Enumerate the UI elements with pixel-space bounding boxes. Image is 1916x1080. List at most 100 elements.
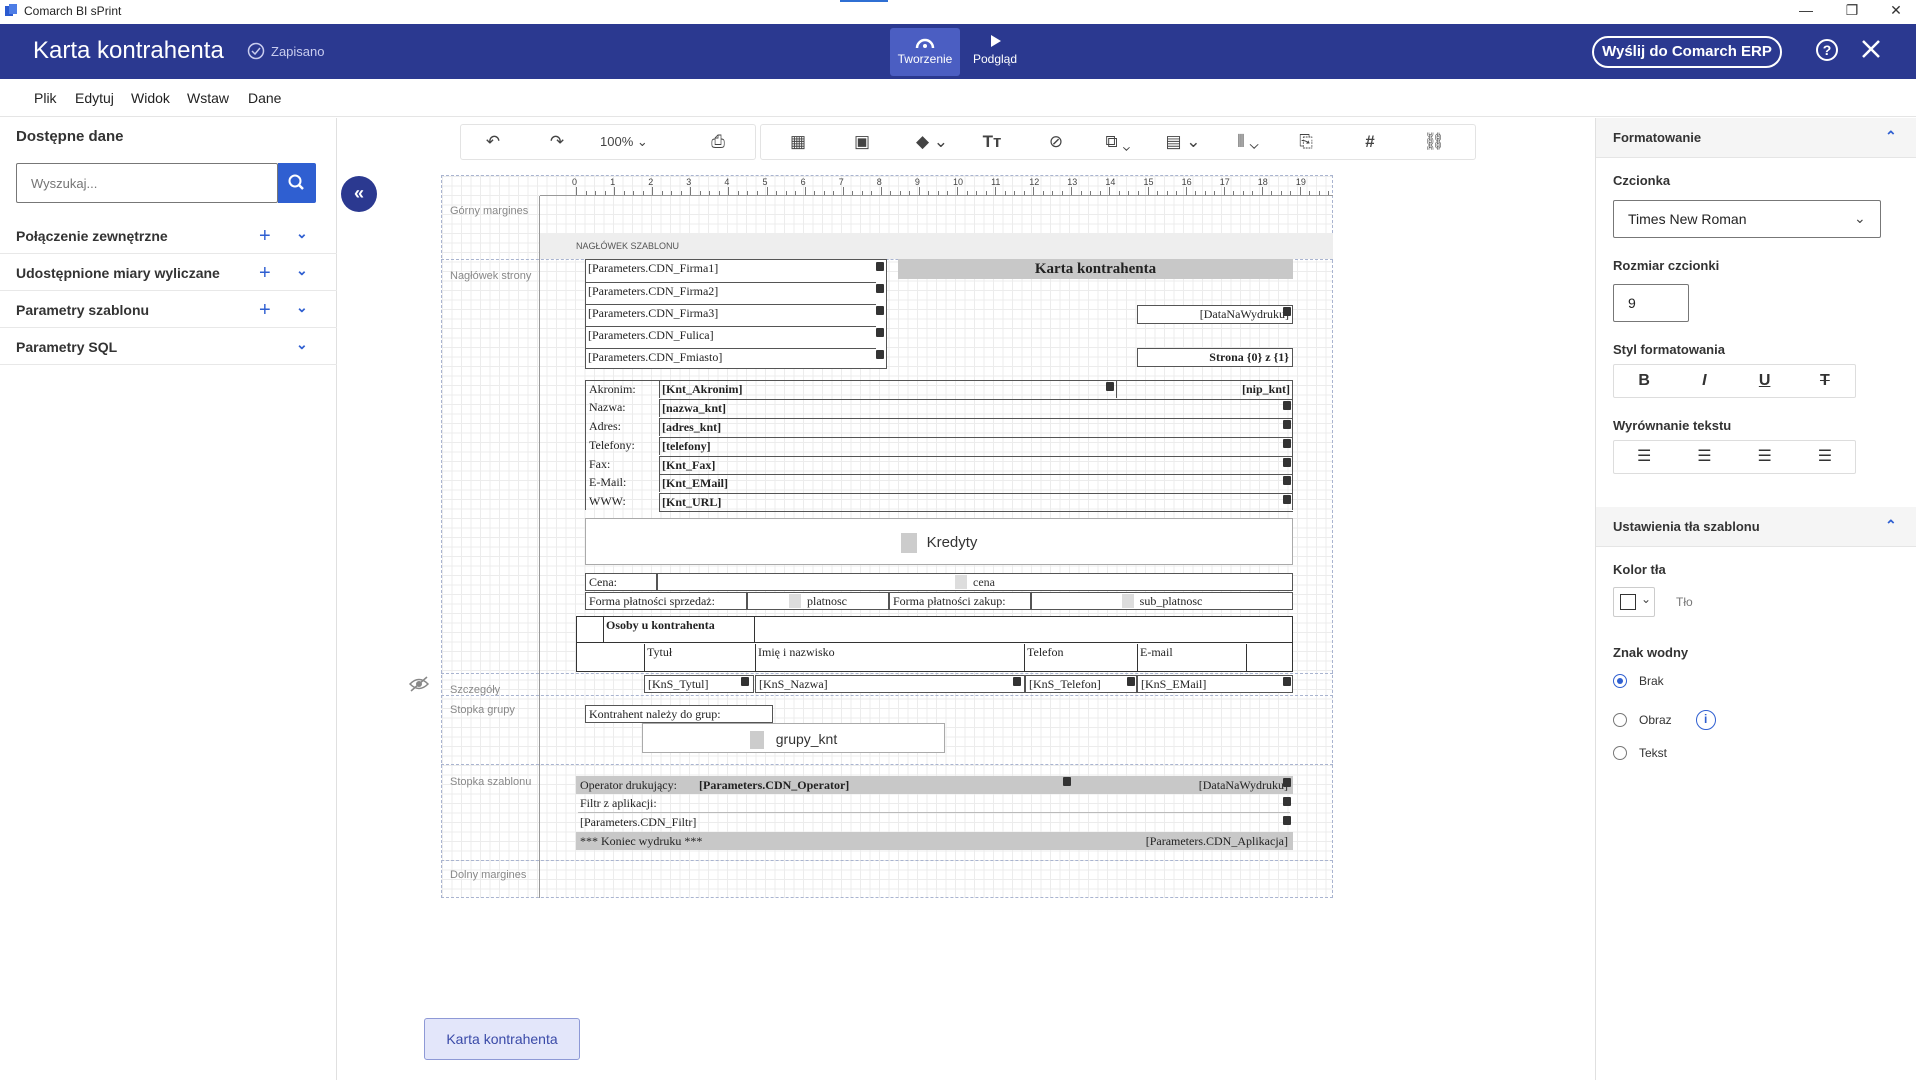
align-right-icon[interactable]: ☰ [1735, 441, 1795, 473]
menu-insert[interactable]: Wstaw [187, 90, 229, 106]
barcode-icon[interactable]: ⦀ ⌄ [1223, 132, 1273, 152]
watermark-text-radio[interactable]: Tekst [1613, 746, 1667, 760]
align-justify-icon[interactable]: ☰ [1795, 441, 1855, 473]
field-fax[interactable]: [Knt_Fax] [659, 456, 1293, 474]
subreport-groups[interactable]: grupy_knt [642, 723, 945, 753]
detail-title[interactable]: [KnS_Tytul] [644, 675, 754, 693]
attachment-icon[interactable]: ⊘ [1041, 132, 1071, 152]
menu-view[interactable]: Widok [131, 90, 170, 106]
add-icon[interactable]: + [259, 225, 271, 248]
close-window-button[interactable]: ✕ [1876, 2, 1916, 19]
search-button[interactable] [278, 163, 316, 203]
font-select[interactable]: Times New Roman ⌄ [1613, 200, 1881, 238]
report-title-field[interactable]: Karta kontrahenta [898, 259, 1293, 279]
chevron-down-icon[interactable]: ⌄ [296, 336, 308, 353]
bg-color-picker[interactable]: ⌄ [1613, 587, 1655, 617]
zoom-select[interactable]: 100% ⌄ [600, 134, 648, 150]
font-select-value: Times New Roman [1628, 211, 1747, 227]
detail-phone[interactable]: [KnS_Telefon] [1025, 675, 1137, 693]
field-payment-sale[interactable]: platnosc [747, 592, 889, 610]
menu-file[interactable]: Plik [34, 90, 57, 106]
collapse-panel-button[interactable]: « [341, 176, 377, 212]
print-icon[interactable]: ⎙ [703, 132, 733, 152]
minimize-button[interactable]: — [1786, 2, 1826, 18]
field-firm1[interactable]: [Parameters.CDN_Firma1] [586, 260, 876, 277]
align-left-icon[interactable]: ☰ [1614, 441, 1674, 473]
layout-icon[interactable]: ▤ ⌄ [1158, 132, 1208, 152]
subreport-credits[interactable]: Kredyty [585, 518, 1293, 565]
bold-icon[interactable]: B [1614, 365, 1674, 397]
field-payment-buy[interactable]: sub_platnosc [1031, 592, 1293, 610]
search-input[interactable] [16, 163, 278, 203]
chevron-down-icon[interactable]: ⌄ [296, 262, 308, 279]
eye-off-icon[interactable] [408, 675, 430, 698]
redo-icon[interactable]: ↷ [542, 132, 572, 152]
info-icon[interactable]: i [1695, 710, 1716, 730]
db-icon [876, 284, 884, 293]
add-icon[interactable]: + [259, 299, 271, 322]
text-icon[interactable]: Tт [977, 132, 1007, 152]
underline-icon[interactable]: U [1735, 365, 1795, 397]
detail-name[interactable]: [KnS_Nazwa] [755, 675, 1025, 693]
field-filter[interactable]: [Parameters.CDN_Filtr] [578, 814, 1290, 831]
field-email[interactable]: [Knt_EMail] [659, 474, 1293, 492]
field-phones[interactable]: [telefony] [659, 437, 1293, 455]
watermark-none-radio[interactable]: Brak [1613, 674, 1664, 688]
field-page-number[interactable]: Strona {0} z {1} [1137, 348, 1293, 367]
page-break-icon[interactable]: ⎘ [1291, 132, 1321, 152]
field-firm2[interactable]: [Parameters.CDN_Firma2] [586, 282, 876, 300]
link-icon[interactable]: ⛓ [1419, 132, 1449, 152]
field-nip[interactable]: [nip_knt] [1116, 381, 1292, 398]
layers-icon[interactable]: ⧉ ⌄ [1093, 132, 1143, 152]
ruler-label: 16 [1181, 177, 1192, 187]
field-city[interactable]: [Parameters.CDN_Fmiasto] [586, 348, 876, 366]
section-shared-measures[interactable]: Udostępnione miary wyliczane + ⌄ [0, 254, 337, 291]
add-icon[interactable]: + [259, 262, 271, 285]
chevron-down-icon[interactable]: ⌄ [296, 225, 308, 242]
field-footer-date[interactable]: [DataNaWydruku] [1150, 777, 1290, 794]
font-size-input[interactable]: 9 [1613, 284, 1689, 322]
menu-edit[interactable]: Edytuj [75, 90, 114, 106]
undo-icon[interactable]: ↶ [478, 132, 508, 152]
shapes-icon[interactable]: ◆ ⌄ [907, 132, 957, 152]
table-icon[interactable]: ▦ [783, 132, 813, 152]
image-icon[interactable]: ▣ [847, 132, 877, 152]
field-street[interactable]: [Parameters.CDN_Fulica] [586, 326, 876, 344]
field-address[interactable]: [adres_knt] [659, 418, 1293, 436]
section-template-params[interactable]: Parametry szablonu + ⌄ [0, 291, 337, 328]
send-to-erp-button[interactable]: Wyślij do Comarch ERP [1592, 36, 1782, 68]
strikethrough-icon[interactable]: T [1795, 365, 1855, 397]
section-background[interactable]: Ustawienia tła szablonu ⌃ [1596, 507, 1916, 547]
ruler-tick [690, 187, 692, 195]
detail-email[interactable]: [KnS_EMail] [1137, 675, 1293, 693]
ruler-label: 4 [724, 177, 730, 187]
report-tab-button[interactable]: Karta kontrahenta [424, 1018, 580, 1060]
page-number-icon[interactable]: # [1355, 132, 1385, 152]
section-sql-params[interactable]: Parametry SQL ⌄ [0, 328, 337, 365]
field-price[interactable]: cena [657, 573, 1293, 591]
watermark-image-radio[interactable]: Obraz i [1613, 710, 1716, 730]
chevron-up-icon[interactable]: ⌃ [1885, 128, 1897, 145]
tab-create[interactable]: Tworzenie [890, 28, 960, 76]
close-editor-icon[interactable] [1858, 36, 1884, 67]
align-center-icon[interactable]: ☰ [1674, 441, 1734, 473]
bg-color-label: Kolor tła [1613, 562, 1666, 577]
field-akronim[interactable]: [Knt_Akronim] [659, 381, 1109, 398]
section-formatting[interactable]: Formatowanie ⌃ [1596, 118, 1916, 158]
tab-preview[interactable]: Podgląd [960, 28, 1030, 76]
field-application[interactable]: [Parameters.CDN_Aplikacja] [1100, 833, 1290, 850]
italic-icon[interactable]: I [1674, 365, 1734, 397]
field-operator[interactable]: [Parameters.CDN_Operator] [697, 777, 1057, 794]
menu-data[interactable]: Dane [248, 90, 281, 106]
field-name[interactable]: [nazwa_knt] [659, 399, 1293, 417]
help-icon[interactable]: ? [1814, 37, 1840, 68]
restore-button[interactable]: ❐ [1832, 2, 1872, 19]
band-page-header: Nagłówek strony [450, 270, 532, 282]
section-external-connection[interactable]: Połączenie zewnętrzne + ⌄ [0, 217, 337, 254]
chevron-down-icon[interactable]: ⌄ [296, 299, 308, 316]
field-www[interactable]: [Knt_URL] [659, 493, 1293, 512]
chevron-up-icon[interactable]: ⌃ [1885, 517, 1897, 534]
field-print-date[interactable]: [DataNaWydruku] [1137, 305, 1293, 324]
template-header-band[interactable]: NAGŁÓWEK SZABLONU [540, 233, 1333, 259]
field-firm3[interactable]: [Parameters.CDN_Firma3] [586, 304, 876, 322]
